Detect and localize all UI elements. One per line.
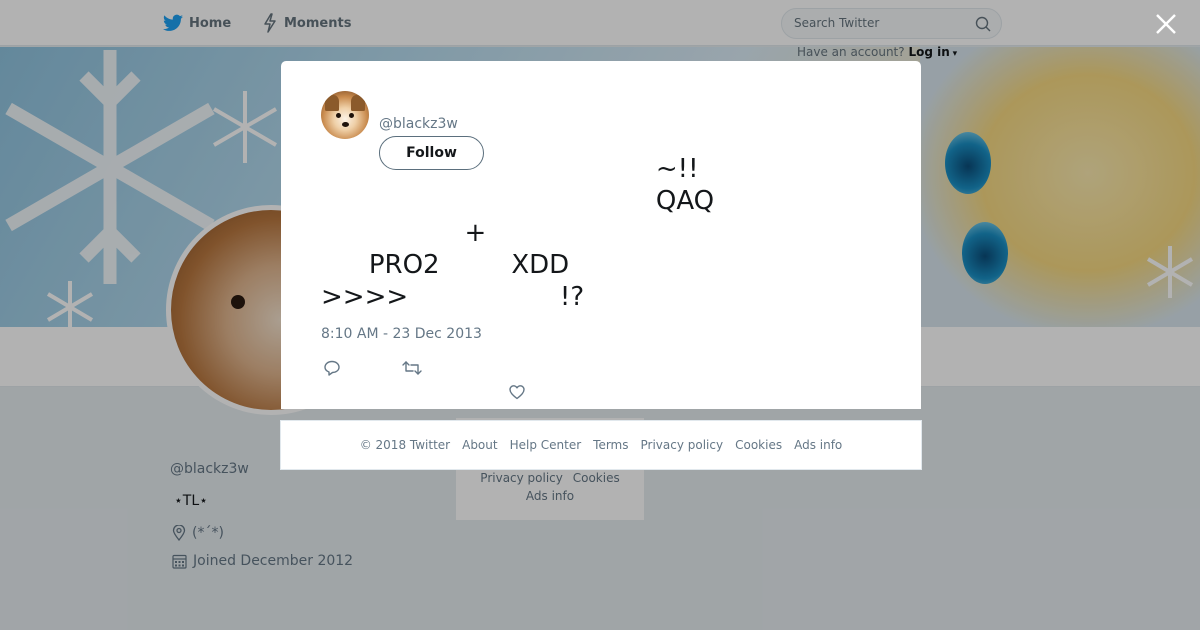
tweet-modal: @blackz3w ㅤㅤㅤㅤㅤㅤㅤㅤㅤㅤㅤㅤㅤㅤ~!! ㅤㅤㅤㅤㅤㅤㅤㅤㅤㅤㅤㅤ… [281,61,921,409]
footer-privacy-link[interactable]: Privacy policy [641,438,724,452]
avatar-ear [351,95,365,111]
avatar-eye [349,113,354,118]
retweet-icon[interactable] [401,359,423,377]
close-icon[interactable] [1154,12,1178,36]
footer-cookies-link[interactable]: Cookies [735,438,782,452]
avatar-eye [336,113,341,118]
footer-terms-link[interactable]: Terms [593,438,628,452]
reply-icon[interactable] [323,359,341,377]
avatar-ear [325,95,339,111]
footer-ads-link[interactable]: Ads info [794,438,842,452]
tweet-text: ㅤㅤㅤㅤㅤㅤㅤㅤㅤㅤㅤㅤㅤㅤ~!! ㅤㅤㅤㅤㅤㅤㅤㅤㅤㅤㅤㅤㅤㅤQAQ ㅤㅤㅤㅤ… [321,154,715,312]
footer-about-link[interactable]: About [462,438,497,452]
footer-help-link[interactable]: Help Center [510,438,582,452]
heart-icon[interactable] [508,383,526,401]
follow-button[interactable]: Follow [379,136,484,170]
footer-copyright: © 2018 Twitter [359,438,451,452]
modal-footer-links: © 2018 Twitter About Help Center Terms P… [280,420,922,470]
avatar-nose [342,122,349,127]
tweet-timestamp[interactable]: 8:10 AM - 23 Dec 2013 [321,326,482,342]
tweet-author-avatar[interactable] [321,91,369,139]
tweet-author-handle[interactable]: @blackz3w [379,116,458,132]
